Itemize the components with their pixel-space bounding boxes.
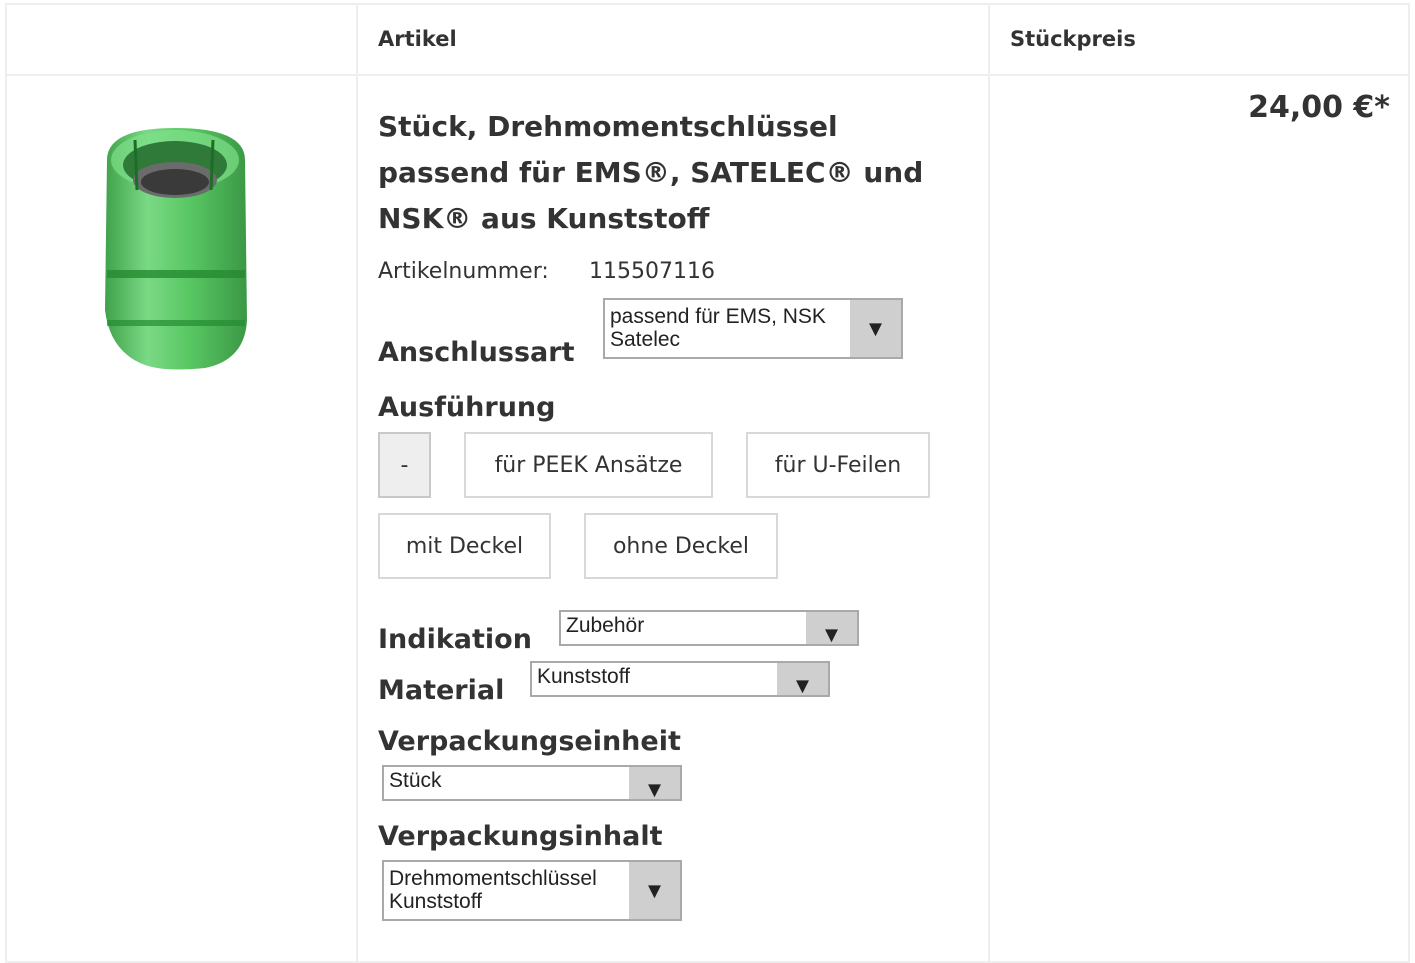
chevron-down-icon: ▼ bbox=[629, 767, 680, 799]
column-divider bbox=[988, 3, 990, 963]
material-select[interactable]: Kunststoff ▼ bbox=[530, 661, 830, 697]
material-value: Kunststoff bbox=[537, 665, 631, 688]
verpackungseinheit-label: Verpackungseinheit bbox=[378, 726, 681, 757]
indikation-value: Zubehör bbox=[566, 614, 645, 637]
triangle-down-icon: ▼ bbox=[643, 777, 666, 801]
chevron-down-icon: ▼ bbox=[777, 663, 828, 695]
verpackungsinhalt-select[interactable]: Drehmomentschlüssel Kunststoff ▼ bbox=[382, 860, 682, 921]
triangle-down-icon: ▼ bbox=[643, 877, 666, 903]
option-peek-button[interactable]: für PEEK Ansätze bbox=[464, 432, 713, 498]
ausfuehrung-label: Ausführung bbox=[378, 392, 556, 423]
chevron-down-icon: ▼ bbox=[850, 300, 901, 357]
verpackungsinhalt-value: Drehmomentschlüssel Kunststoff bbox=[389, 867, 597, 913]
product-image[interactable] bbox=[95, 120, 255, 380]
column-header-article: Artikel bbox=[378, 27, 457, 51]
option-ohne-deckel-button[interactable]: ohne Deckel bbox=[584, 513, 778, 579]
chevron-down-icon: ▼ bbox=[806, 612, 857, 644]
article-number-label: Artikelnummer: bbox=[378, 259, 549, 284]
unit-price: 24,00 €* bbox=[1248, 90, 1390, 125]
anschlussart-value: passend für EMS, NSK Satelec bbox=[610, 305, 826, 351]
triangle-down-icon: ▼ bbox=[864, 315, 887, 341]
indikation-select[interactable]: Zubehör ▼ bbox=[559, 610, 859, 646]
verpackungseinheit-value: Stück bbox=[389, 769, 442, 792]
option-none-button[interactable]: - bbox=[378, 432, 431, 498]
option-u-feilen-button[interactable]: für U-Feilen bbox=[746, 432, 930, 498]
column-header-price: Stückpreis bbox=[1010, 27, 1136, 51]
verpackungsinhalt-label: Verpackungsinhalt bbox=[378, 821, 663, 852]
article-number: 115507116 bbox=[589, 259, 715, 284]
chevron-down-icon: ▼ bbox=[629, 862, 680, 919]
header-divider bbox=[5, 74, 1410, 76]
column-divider bbox=[356, 3, 358, 963]
triangle-down-icon: ▼ bbox=[791, 673, 814, 697]
indikation-label: Indikation bbox=[378, 624, 532, 655]
anschlussart-label: Anschlussart bbox=[378, 337, 575, 368]
verpackungseinheit-select[interactable]: Stück ▼ bbox=[382, 765, 682, 801]
option-mit-deckel-button[interactable]: mit Deckel bbox=[378, 513, 551, 579]
anschlussart-select[interactable]: passend für EMS, NSK Satelec ▼ bbox=[603, 298, 903, 359]
triangle-down-icon: ▼ bbox=[820, 622, 843, 646]
product-title[interactable]: Stück, Drehmomentschlüssel passend für E… bbox=[378, 104, 968, 242]
material-label: Material bbox=[378, 675, 505, 706]
